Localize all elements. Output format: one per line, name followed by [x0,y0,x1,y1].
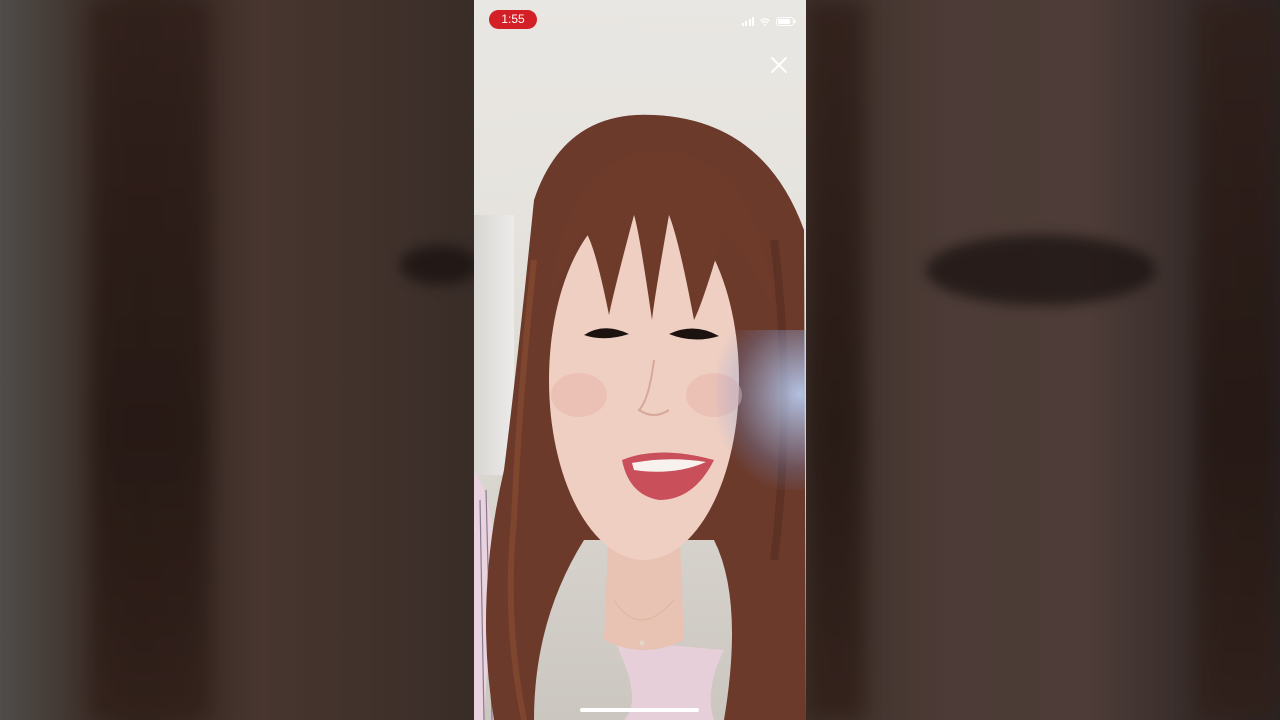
close-button[interactable] [768,54,790,76]
signal-icon [741,17,754,26]
status-icons [741,17,796,26]
blurred-background-right [806,0,1280,720]
status-time: 1:55 [501,12,525,26]
battery-icon [776,17,796,26]
home-indicator[interactable] [580,708,699,712]
wifi-icon [760,17,770,26]
status-bar: 1:55 [474,0,806,40]
blurred-background-left [0,0,474,720]
close-icon [771,57,787,73]
video-frame[interactable]: 1:55 [474,0,806,720]
recording-time-pill: 1:55 [489,10,537,29]
